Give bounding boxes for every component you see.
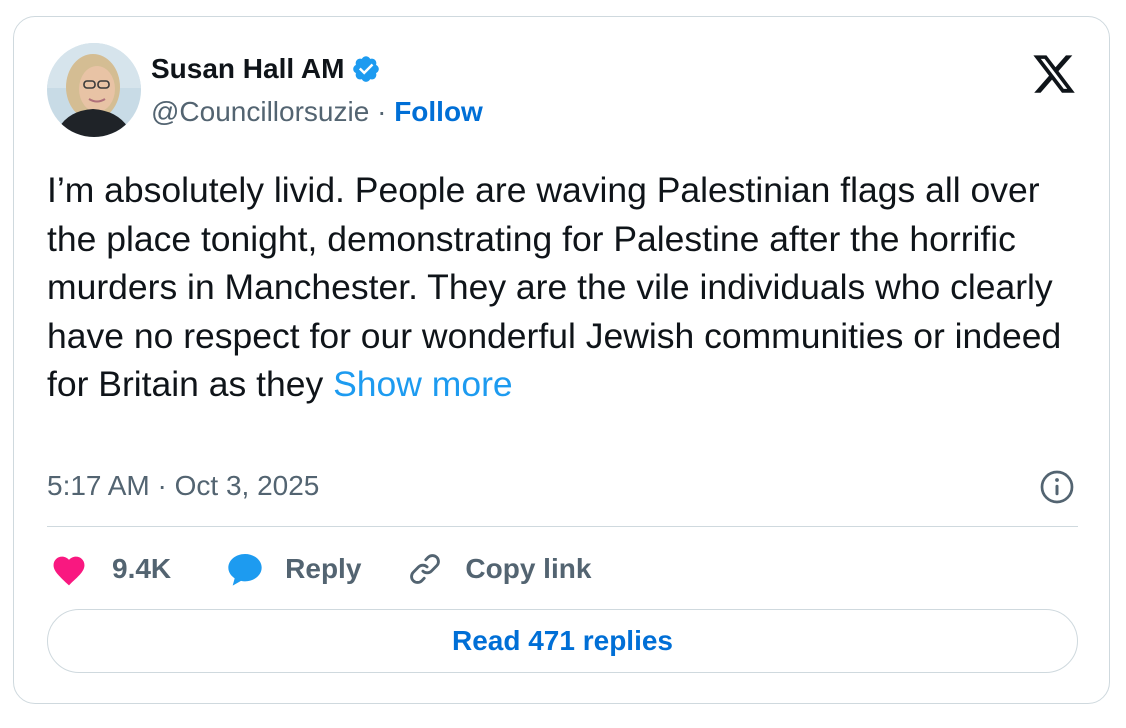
read-replies-button[interactable]: Read 471 replies: [47, 609, 1078, 673]
tweet-timestamp[interactable]: 5:17 AM · Oct 3, 2025: [47, 470, 319, 502]
reply-button[interactable]: Reply: [225, 550, 361, 588]
handle-separator: ·: [369, 96, 395, 127]
divider: [47, 526, 1078, 527]
action-bar: 9.4K Reply Copy link: [50, 550, 591, 588]
show-more-link[interactable]: Show more: [333, 364, 513, 404]
avatar[interactable]: [47, 43, 141, 137]
copy-link-button[interactable]: Copy link: [407, 551, 591, 587]
author-handle[interactable]: @Councillorsuzie: [151, 96, 369, 127]
link-icon: [410, 554, 441, 584]
follow-button[interactable]: Follow: [394, 96, 483, 127]
reply-label: Reply: [285, 553, 362, 584]
like-count: 9.4K: [112, 553, 172, 584]
heart-icon: [53, 556, 85, 586]
author-handle-row: @Councillorsuzie · Follow: [151, 96, 483, 128]
copy-link-label: Copy link: [465, 553, 592, 584]
like-button[interactable]: 9.4K: [50, 552, 171, 586]
author-name-row: Susan Hall AM: [151, 53, 381, 85]
read-replies-label: Read 471 replies: [451, 625, 674, 656]
tweet-text: I’m absolutely livid. People are waving …: [47, 166, 1067, 409]
verified-badge-icon: [353, 56, 380, 82]
speech-bubble-icon: [228, 554, 262, 586]
tweet-body: I’m absolutely livid. People are waving …: [47, 170, 1062, 404]
author-display-name[interactable]: Susan Hall AM: [151, 53, 344, 85]
info-icon[interactable]: [1039, 469, 1075, 505]
x-logo-icon[interactable]: [1031, 51, 1077, 97]
tweet-card: Susan Hall AM @Councillorsuzie · Follow …: [13, 16, 1110, 704]
